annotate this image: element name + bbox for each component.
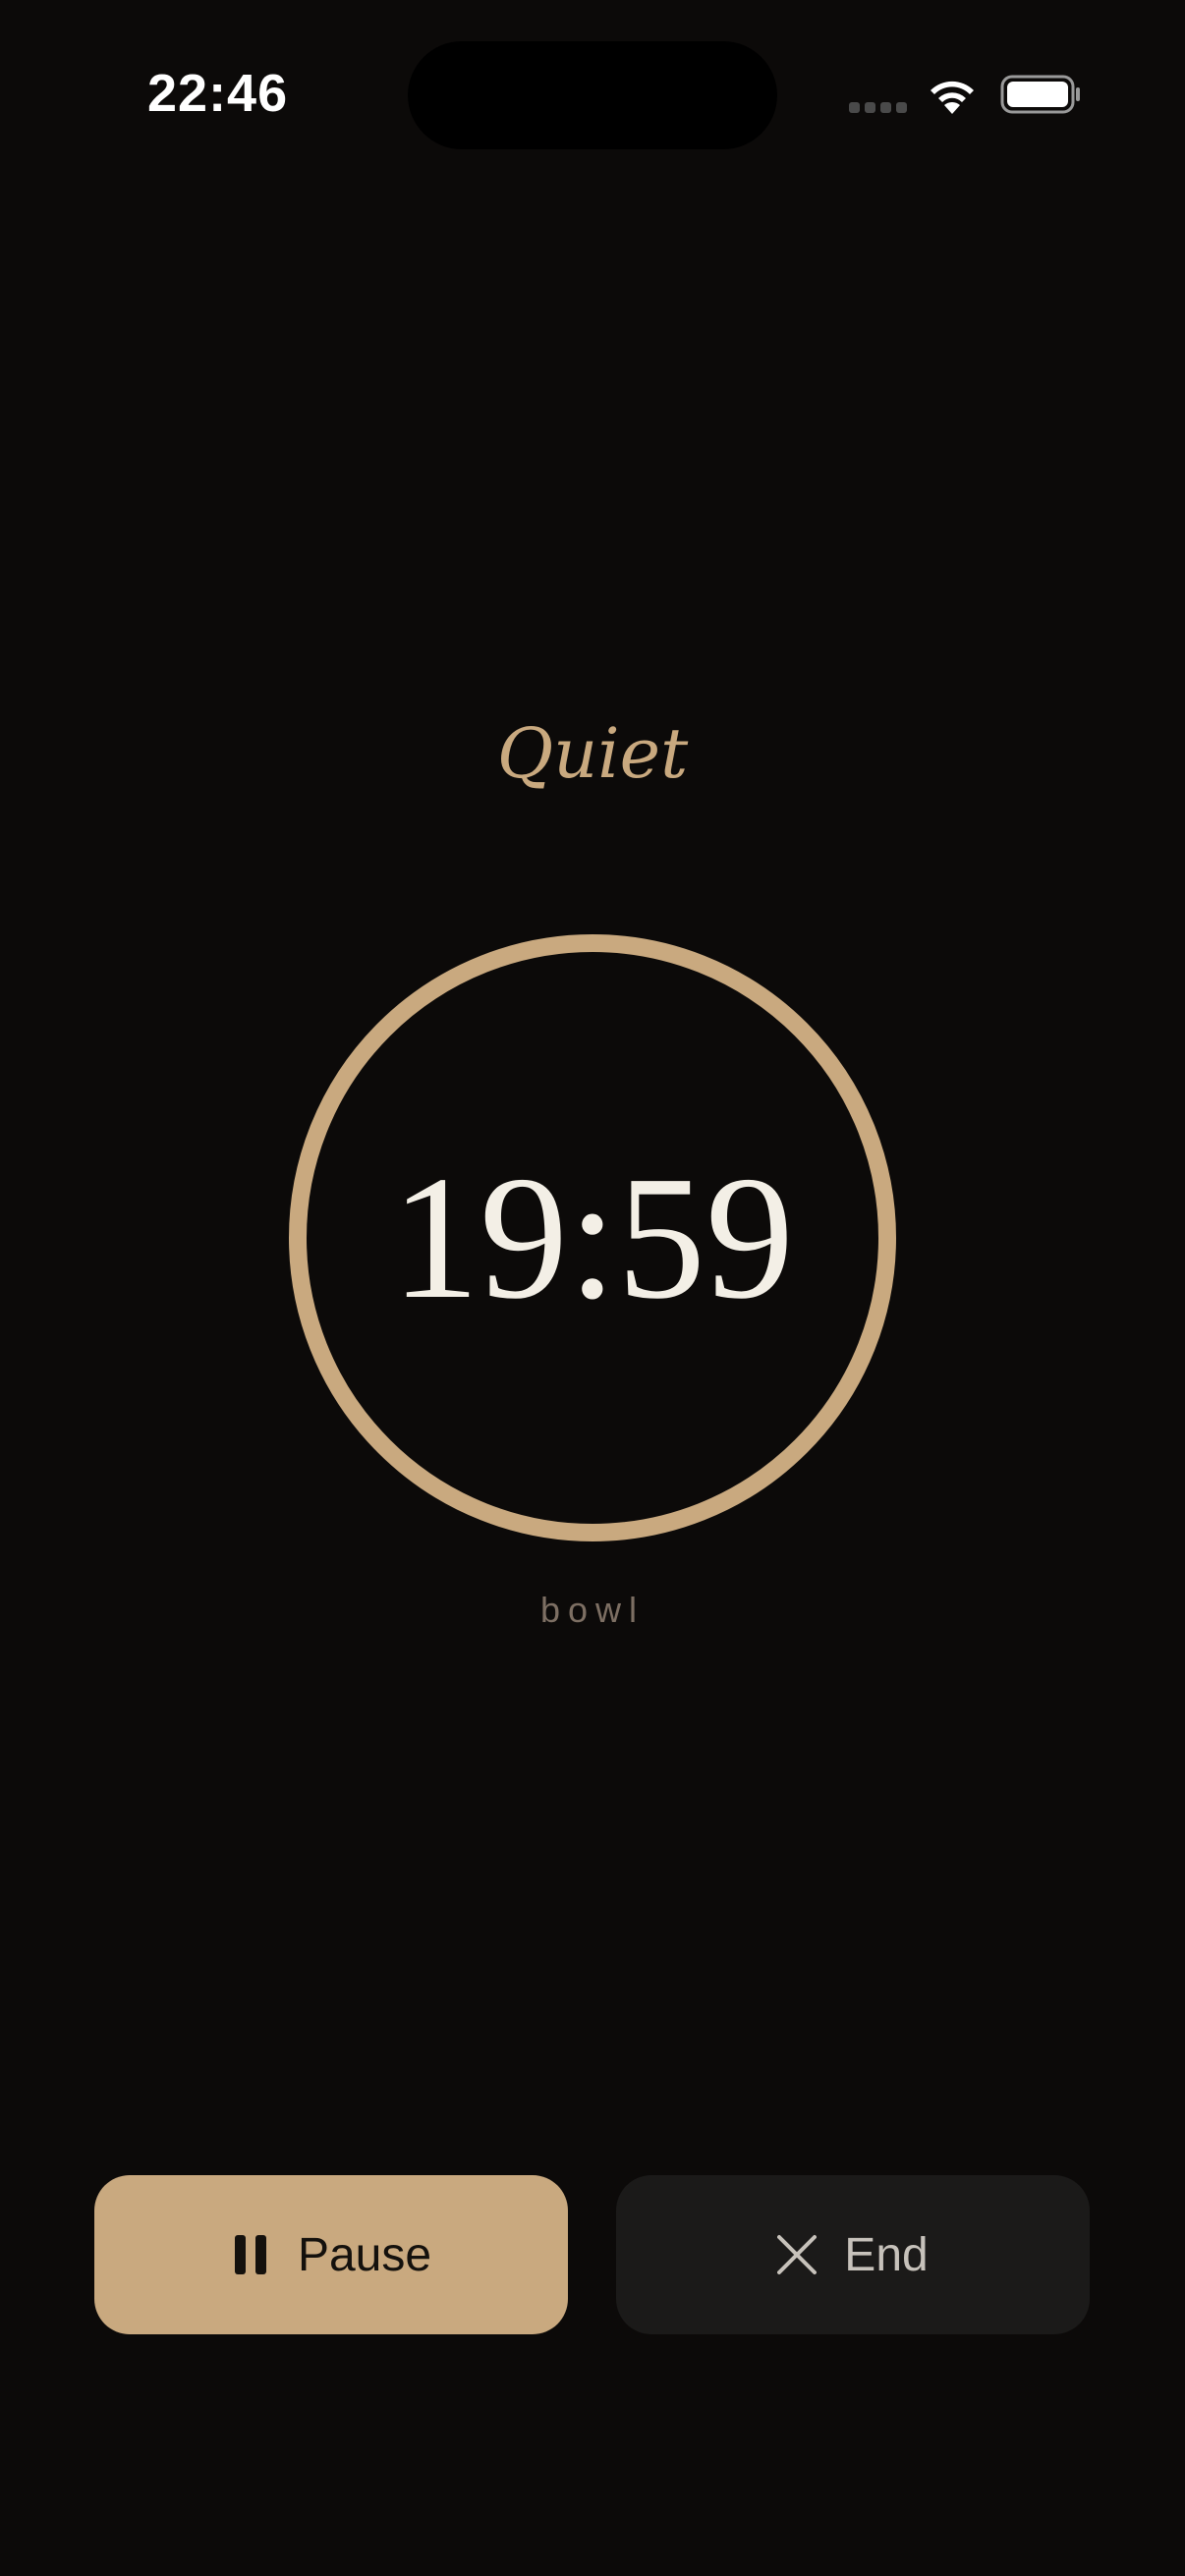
dynamic-island	[408, 41, 777, 149]
status-time: 22:46	[147, 64, 289, 123]
battery-icon	[1000, 75, 1080, 114]
timer-display: 19:59	[390, 1140, 794, 1335]
end-button-label: End	[844, 2228, 929, 2281]
close-icon	[777, 2235, 818, 2274]
pause-button[interactable]: Pause	[94, 2175, 568, 2334]
status-bar: 22:46	[0, 0, 1185, 196]
end-button[interactable]: End	[616, 2175, 1090, 2334]
cellular-signal-icon	[849, 102, 908, 116]
session-title: Quiet	[496, 713, 689, 794]
pause-button-label: Pause	[297, 2228, 432, 2281]
sound-label: bowl	[539, 1590, 646, 1630]
wifi-icon	[931, 81, 974, 114]
pause-icon	[234, 2235, 266, 2274]
